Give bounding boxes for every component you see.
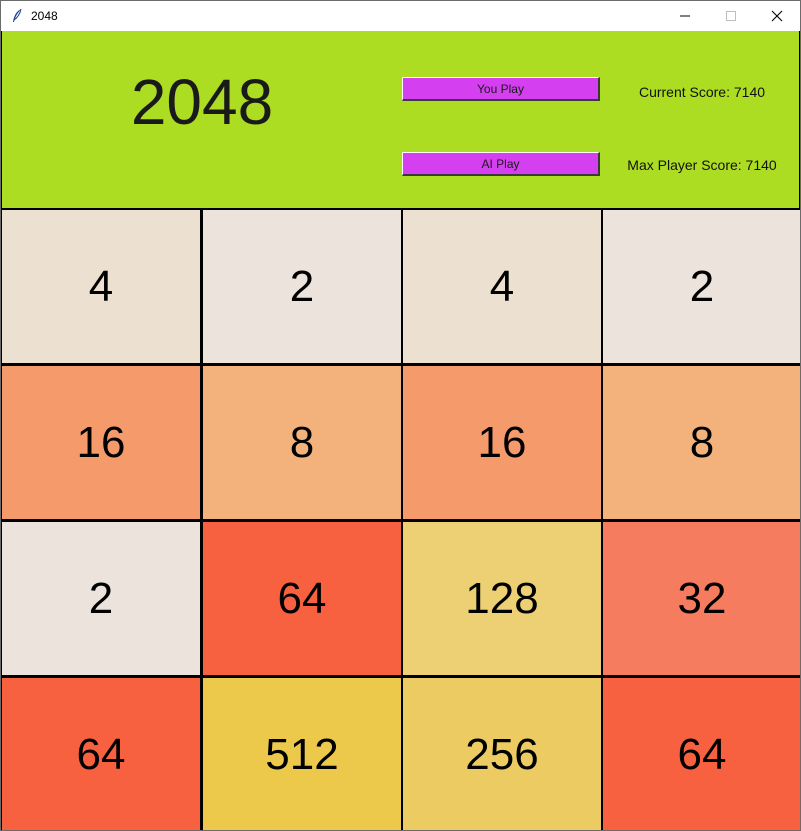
current-score-label: Current Score: 7140 — [638, 84, 766, 100]
tile: 16 — [403, 366, 601, 519]
tile: 2 — [603, 210, 800, 363]
close-icon — [771, 10, 783, 22]
close-button[interactable] — [754, 1, 800, 31]
maximize-icon — [726, 11, 736, 21]
minimize-button[interactable] — [662, 1, 708, 31]
tile: 16 — [2, 366, 200, 519]
tile: 32 — [603, 522, 800, 675]
tile: 64 — [603, 678, 800, 830]
minimize-icon — [680, 15, 690, 17]
window-title: 2048 — [31, 9, 58, 23]
app-window: 2048 2048 You Play AI Play Current Score… — [0, 0, 801, 831]
tile: 512 — [203, 678, 401, 830]
tile: 2 — [2, 522, 200, 675]
tile: 64 — [203, 522, 401, 675]
you-play-button[interactable]: You Play — [402, 77, 600, 101]
game-title: 2048 — [130, 66, 274, 138]
feather-icon — [13, 8, 22, 22]
ai-play-button[interactable]: AI Play — [402, 152, 600, 176]
maximize-button[interactable] — [708, 1, 754, 31]
game-board[interactable]: 4 2 4 2 16 8 16 8 2 64 128 32 64 512 256 64 — [2, 208, 800, 830]
tile: 2 — [203, 210, 401, 363]
tile: 8 — [203, 366, 401, 519]
tile: 8 — [603, 366, 800, 519]
tile: 128 — [403, 522, 601, 675]
tile: 4 — [2, 210, 200, 363]
tile: 256 — [403, 678, 601, 830]
header-panel: 2048 You Play AI Play Current Score: 714… — [2, 31, 799, 208]
max-score-label: Max Player Score: 7140 — [627, 157, 777, 173]
tile: 4 — [403, 210, 601, 363]
title-bar[interactable]: 2048 — [1, 1, 800, 31]
tile: 64 — [2, 678, 200, 830]
